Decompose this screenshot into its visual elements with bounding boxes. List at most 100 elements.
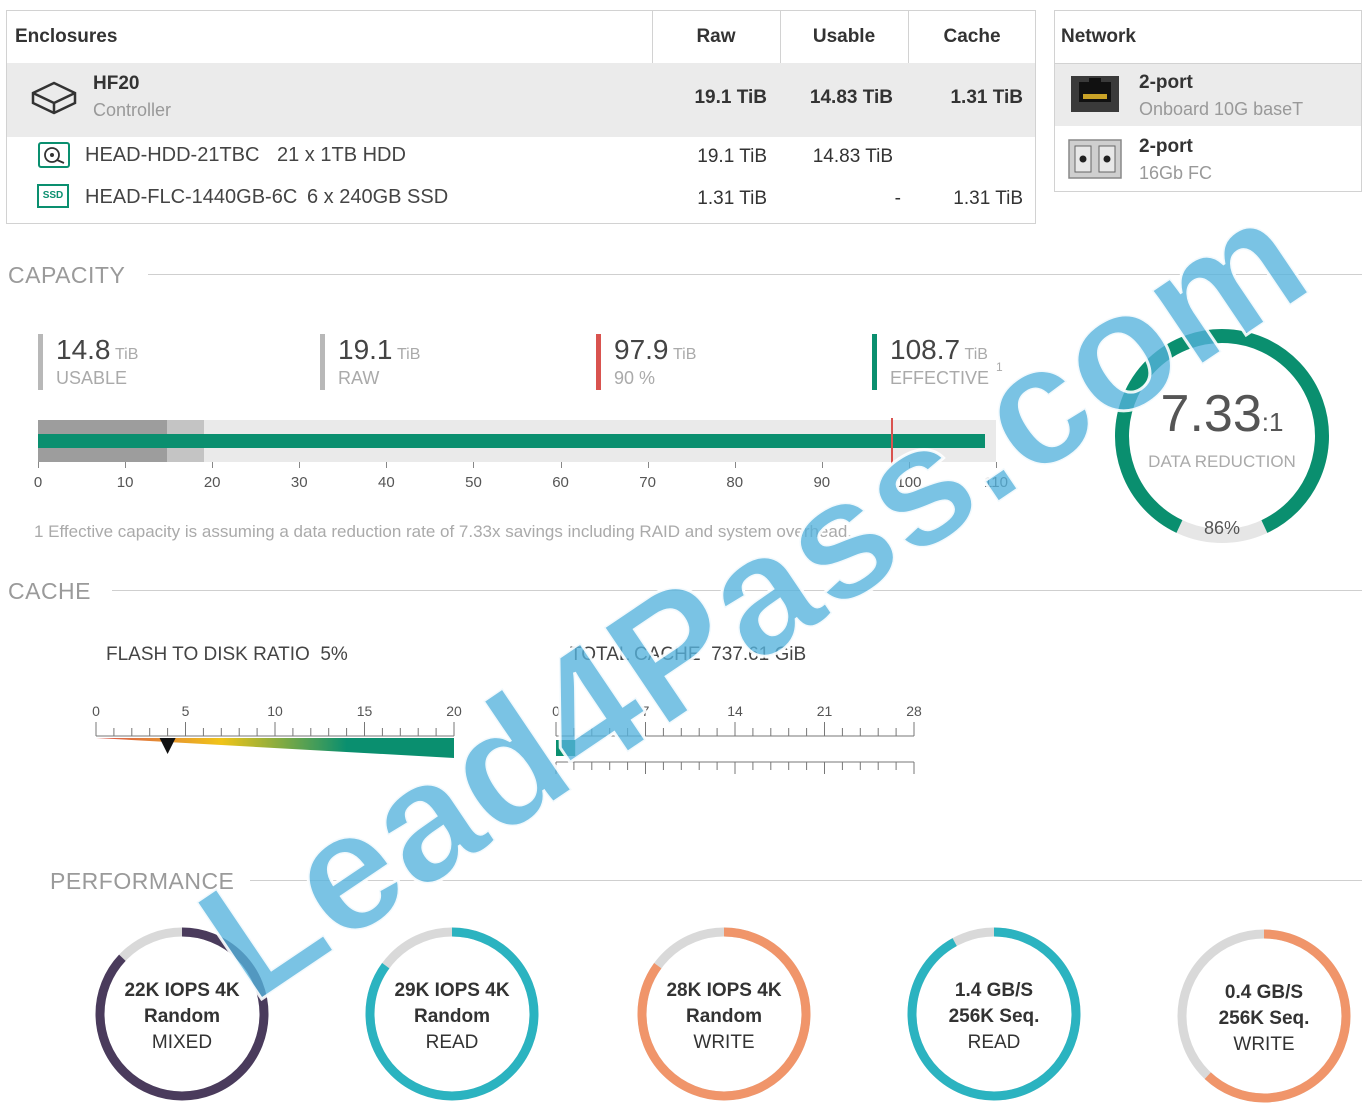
drive-cache: 1.31 TiB	[953, 188, 1023, 209]
capacity-title: CAPACITY	[8, 262, 126, 288]
drive-row[interactable]: SSD HEAD-FLC-1440GB-6C 6 x 240GB SSD 1.3…	[7, 181, 1035, 221]
capacity-tick-label: 10	[116, 474, 134, 491]
stat-label: USABLE	[56, 368, 128, 388]
controller-raw: 19.1 TiB	[694, 87, 767, 108]
data-reduction-suffix: :1	[1261, 407, 1284, 437]
stat-threshold: 97.9 TiB 90 %	[596, 334, 856, 390]
network-panel: Network 2-port Onboard 10G baseT 2-port …	[1054, 10, 1362, 192]
capacity-tick-label: 60	[552, 474, 569, 491]
capacity-tick-label: 70	[639, 474, 656, 491]
controller-row[interactable]: HF20 Controller 19.1 TiB 14.83 TiB 1.31 …	[7, 63, 1035, 137]
stat-value: 97.9	[614, 334, 669, 365]
stat-raw: 19.1 TiB RAW	[320, 334, 580, 390]
enclosures-header: Enclosures Raw Usable Cache	[7, 11, 1035, 64]
flash-ratio-value: 5%	[320, 644, 348, 665]
perf-gauge: 28K IOPS 4K Random WRITE	[634, 924, 814, 1104]
flash-ratio-label: FLASH TO DISK RATIO 5%	[106, 644, 348, 666]
network-item-subtitle: Onboard 10G baseT	[1139, 99, 1304, 119]
controller-title: HF20	[93, 73, 140, 94]
perf-line3: READ	[967, 1032, 1021, 1053]
capacity-tick	[647, 462, 649, 468]
capacity-tick	[299, 462, 301, 468]
cache-title: CACHE	[8, 578, 92, 604]
stat-label: 90 %	[614, 368, 656, 388]
network-item-title: 2-port	[1139, 136, 1193, 157]
stat-unit: TiB	[672, 346, 697, 363]
watermark: Lead4Pass.com	[165, 158, 1340, 1037]
stat-marker	[38, 334, 43, 390]
col-enclosures[interactable]: Enclosures	[15, 11, 117, 63]
stat-marker	[596, 334, 601, 390]
capacity-tick	[386, 462, 388, 468]
perf-line2: Random	[144, 1006, 220, 1027]
drive-desc: 21 x 1TB HDD	[277, 144, 406, 166]
stat-value: 14.8	[56, 334, 111, 365]
data-reduction-percent: 86%	[1203, 518, 1241, 538]
controller-subtitle: Controller	[93, 100, 172, 120]
stat-label: RAW	[338, 368, 380, 388]
col-raw[interactable]: Raw	[652, 11, 780, 63]
drive-raw: 1.31 TiB	[697, 188, 767, 209]
drive-name: HEAD-HDD-21TBC	[85, 144, 260, 166]
perf-line2: 256K Seq.	[1218, 1008, 1310, 1029]
controller-usable: 14.83 TiB	[809, 87, 893, 108]
capacity-tick	[212, 462, 214, 468]
controller-box-icon	[31, 81, 77, 115]
stat-marker	[872, 334, 877, 390]
capacity-tick	[734, 462, 736, 468]
capacity-tick	[38, 462, 39, 468]
perf-line1: 28K IOPS 4K	[666, 980, 782, 1001]
perf-line1: 0.4 GB/S	[1224, 982, 1304, 1003]
controller-cache: 1.31 TiB	[950, 87, 1023, 108]
drive-usable: 14.83 TiB	[812, 146, 893, 167]
capacity-tick-label: 20	[203, 474, 221, 491]
ssd-icon: SSD	[37, 184, 69, 208]
scale-tick-label: 0	[92, 703, 100, 719]
perf-line1: 29K IOPS 4K	[394, 980, 510, 1001]
capacity-tick	[473, 462, 475, 468]
stat-unit: TiB	[114, 346, 139, 363]
scale-tick-label: 28	[906, 703, 922, 719]
capacity-tick-label: 30	[290, 474, 308, 491]
capacity-tick	[125, 462, 127, 468]
scale-tick-label: 5	[182, 703, 190, 719]
fc-port-icon	[1068, 139, 1122, 179]
network-item-title: 2-port	[1139, 72, 1193, 93]
stat-unit: TiB	[396, 346, 421, 363]
perf-line2: Random	[686, 1006, 762, 1027]
network-header: Network	[1055, 11, 1361, 64]
network-item[interactable]: 2-port Onboard 10G baseT	[1055, 64, 1361, 126]
perf-line3: MIXED	[151, 1032, 213, 1053]
stat-usable: 14.8 TiB USABLE	[38, 334, 298, 390]
perf-line2: Random	[414, 1006, 490, 1027]
col-usable[interactable]: Usable	[780, 11, 908, 63]
drive-usable: -	[894, 188, 901, 209]
perf-gauge: 0.4 GB/S 256K Seq. WRITE	[1174, 926, 1354, 1106]
capacity-tick-label: 40	[378, 474, 395, 491]
ethernet-port-icon	[1071, 76, 1119, 112]
col-cache[interactable]: Cache	[908, 11, 1036, 63]
scale-tick-label: 15	[357, 703, 373, 719]
perf-line3: WRITE	[693, 1032, 755, 1053]
capacity-tick	[560, 462, 562, 468]
perf-line3: READ	[425, 1032, 479, 1053]
flash-ratio-marker	[159, 738, 176, 754]
stat-marker	[320, 334, 325, 390]
perf-line2: 256K Seq.	[948, 1006, 1040, 1027]
perf-line3: WRITE	[1233, 1034, 1295, 1055]
enclosures-table: Enclosures Raw Usable Cache HF20 Control…	[6, 10, 1036, 224]
scale-tick-label: 21	[817, 703, 833, 719]
data-reduction-label: DATA REDUCTION	[1148, 452, 1296, 471]
drive-row[interactable]: HEAD-HDD-21TBC 21 x 1TB HDD 19.1 TiB 14.…	[7, 139, 1035, 179]
drive-name: HEAD-FLC-1440GB-6C	[85, 186, 298, 208]
perf-gauge: 1.4 GB/S 256K Seq. READ	[904, 924, 1084, 1104]
scale-tick-label: 10	[267, 703, 283, 719]
flash-ratio-text: FLASH TO DISK RATIO	[106, 644, 310, 665]
network-title: Network	[1061, 26, 1136, 47]
capacity-tick-label: 50	[465, 474, 482, 491]
perf-line1: 1.4 GB/S	[954, 980, 1034, 1001]
stat-value: 19.1	[338, 334, 393, 365]
capacity-tick-label: 0	[33, 474, 43, 491]
hdd-icon	[38, 142, 70, 168]
drive-raw: 19.1 TiB	[697, 146, 767, 167]
